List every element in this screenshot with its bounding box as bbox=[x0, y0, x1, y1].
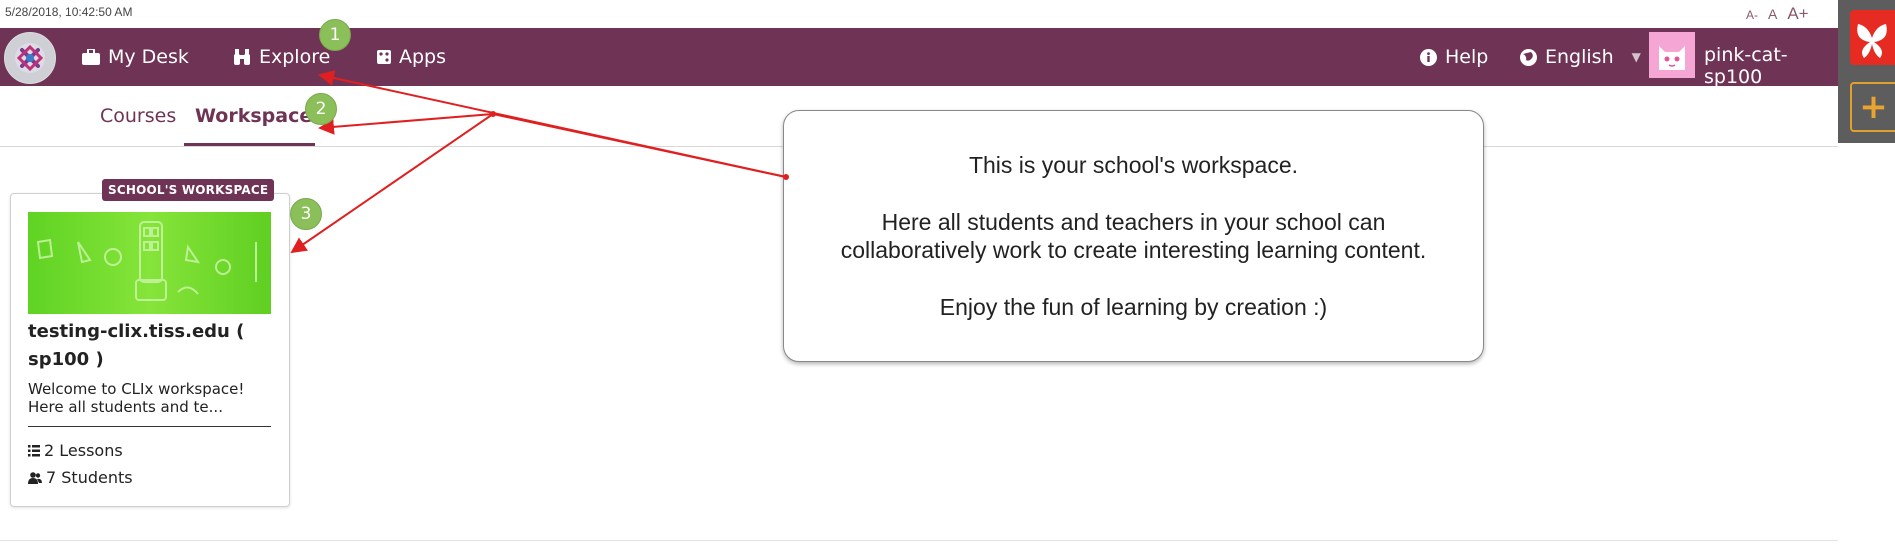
tooltip-line-1: This is your school's workspace. bbox=[968, 152, 1299, 178]
butterfly-icon bbox=[1857, 24, 1887, 58]
arrow-to-explore bbox=[318, 70, 787, 178]
briefcase-icon bbox=[82, 49, 100, 65]
tour-tooltip: This is your school's workspace. Here al… bbox=[783, 110, 1484, 362]
workspace-card[interactable]: testing-clix.tiss.edu ( sp100 ) Welcome … bbox=[10, 193, 290, 507]
footer-divider bbox=[0, 540, 1838, 541]
nav-apps[interactable]: Apps bbox=[377, 46, 446, 68]
font-increase-button[interactable]: A+ bbox=[1787, 4, 1808, 24]
username[interactable]: pink-cat-sp100 bbox=[1704, 44, 1838, 88]
avatar[interactable] bbox=[1649, 32, 1695, 78]
nav-my-desk-label: My Desk bbox=[108, 46, 189, 68]
font-reset-button[interactable]: A bbox=[1768, 6, 1777, 22]
thumbnail-pattern bbox=[36, 221, 257, 301]
globe-icon bbox=[1520, 48, 1537, 66]
workspace-thumbnail[interactable] bbox=[28, 212, 271, 314]
students-count: 7 Students bbox=[28, 468, 133, 487]
list-icon bbox=[28, 444, 40, 456]
arrow-junction-dot bbox=[490, 111, 496, 117]
card-divider bbox=[28, 426, 271, 427]
plus-icon: + bbox=[1859, 87, 1888, 127]
school-workspace-badge: SCHOOL'S WORKSPACE bbox=[102, 179, 275, 201]
dice-icon bbox=[377, 50, 391, 64]
step-badge-2: 2 bbox=[305, 93, 337, 125]
students-count-label: 7 Students bbox=[46, 468, 133, 487]
binoculars-icon bbox=[234, 49, 250, 65]
font-size-controls: A- A A+ bbox=[1746, 4, 1809, 24]
arrow-to-card bbox=[290, 113, 494, 254]
workspace-description-line1: Welcome to CLIx workspace! bbox=[28, 380, 245, 398]
language-dropdown[interactable]: English ▼ bbox=[1520, 46, 1641, 68]
tab-courses[interactable]: Courses bbox=[100, 105, 176, 127]
pink-cat-icon bbox=[1649, 32, 1695, 78]
logo-knot-icon bbox=[15, 43, 45, 73]
language-label: English bbox=[1545, 46, 1614, 68]
workspace-description: Welcome to CLIx workspace! Here all stud… bbox=[28, 380, 273, 416]
top-navbar: My Desk Explore Apps Help English ▼ pink… bbox=[0, 28, 1838, 88]
info-circle-icon bbox=[1420, 48, 1437, 66]
bookmark-widget[interactable] bbox=[1850, 10, 1895, 65]
users-icon bbox=[28, 471, 42, 484]
nav-help-label: Help bbox=[1445, 46, 1489, 68]
lessons-count-label: 2 Lessons bbox=[44, 441, 123, 460]
nav-explore-label: Explore bbox=[259, 46, 331, 68]
font-decrease-button[interactable]: A- bbox=[1746, 8, 1758, 22]
timestamp: 5/28/2018, 10:42:50 AM bbox=[5, 5, 133, 19]
workspace-title[interactable]: testing-clix.tiss.edu ( sp100 ) bbox=[28, 318, 273, 374]
tooltip-line-3: collaboratively work to create interesti… bbox=[840, 237, 1427, 263]
nav-explore[interactable]: Explore bbox=[233, 46, 330, 68]
tooltip-line-4: Enjoy the fun of learning by creation :) bbox=[939, 294, 1328, 320]
nav-apps-label: Apps bbox=[399, 46, 447, 68]
lessons-count: 2 Lessons bbox=[28, 441, 123, 460]
chevron-down-icon: ▼ bbox=[1631, 50, 1641, 64]
logo[interactable] bbox=[4, 32, 56, 84]
workspace-description-line2: Here all students and te... bbox=[28, 398, 223, 416]
nav-help[interactable]: Help bbox=[1420, 46, 1488, 68]
step-badge-1: 1 bbox=[319, 19, 351, 51]
tooltip-line-2: Here all students and teachers in your s… bbox=[881, 209, 1386, 235]
add-widget-button[interactable]: + bbox=[1850, 82, 1895, 132]
arrow-to-workspaces bbox=[318, 113, 494, 135]
step-badge-3: 3 bbox=[290, 198, 322, 230]
nav-my-desk[interactable]: My Desk bbox=[82, 46, 189, 68]
